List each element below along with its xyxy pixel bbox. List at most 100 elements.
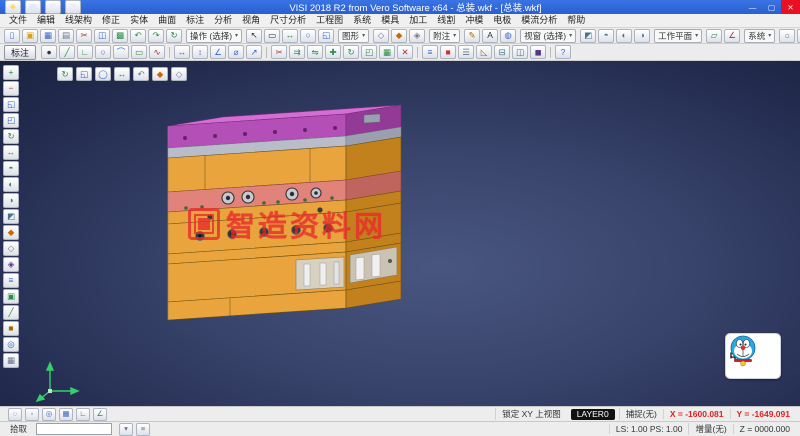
menu-item-15[interactable]: 线割 bbox=[432, 14, 460, 27]
rectangle-icon[interactable]: ▭ bbox=[131, 45, 147, 59]
measure-icon[interactable]: ◺ bbox=[476, 45, 492, 59]
open-file-icon[interactable]: ▣ bbox=[22, 29, 38, 43]
dim-vertical-icon[interactable]: ↕ bbox=[192, 45, 208, 59]
copy-icon[interactable]: ◫ bbox=[94, 29, 110, 43]
hidden-line-mode-icon[interactable]: ◈ bbox=[409, 29, 425, 43]
lt-zoom-prev-icon[interactable]: ◰ bbox=[3, 113, 19, 128]
menu-item-10[interactable]: 尺寸分析 bbox=[265, 14, 311, 27]
select-arrow-icon[interactable]: ↖ bbox=[246, 29, 262, 43]
toolbar-group-dropdown[interactable]: 工作平面▾ bbox=[654, 29, 702, 43]
print-icon[interactable]: ▤ bbox=[58, 29, 74, 43]
wcs-toggle-icon[interactable]: ∠ bbox=[93, 408, 107, 421]
menu-item-9[interactable]: 视角 bbox=[237, 14, 265, 27]
menu-item-5[interactable]: 实体 bbox=[125, 14, 153, 27]
shaded-mode-icon[interactable]: ◆ bbox=[391, 29, 407, 43]
menu-item-6[interactable]: 曲面 bbox=[153, 14, 181, 27]
save-file-icon[interactable]: ▦ bbox=[40, 29, 56, 43]
menu-item-16[interactable]: 冲模 bbox=[460, 14, 488, 27]
dim-linear-icon[interactable]: ↔ bbox=[174, 45, 190, 59]
array-icon[interactable]: ▦ bbox=[379, 45, 395, 59]
rotate-icon[interactable]: ↻ bbox=[343, 45, 359, 59]
qat-redo-icon[interactable]: ↷ bbox=[65, 0, 81, 14]
right-view-icon[interactable]: ◑ bbox=[634, 29, 650, 43]
menu-item-7[interactable]: 标注 bbox=[181, 14, 209, 27]
lt-wireframe-icon[interactable]: ◇ bbox=[3, 241, 19, 256]
iso-view-icon[interactable]: ◩ bbox=[580, 29, 596, 43]
qat-undo-icon[interactable]: ↶ bbox=[45, 0, 61, 14]
lt-front-view-icon[interactable]: ◐ bbox=[3, 177, 19, 192]
ucs-icon[interactable]: ∠ bbox=[724, 29, 740, 43]
new-file-icon[interactable]: ▯ bbox=[4, 29, 20, 43]
dim-angle-icon[interactable]: ∠ bbox=[210, 45, 226, 59]
lt-snap-icon[interactable]: ◎ bbox=[3, 337, 19, 352]
point-icon[interactable]: ● bbox=[41, 45, 57, 59]
settings-icon[interactable]: ☼ bbox=[779, 29, 795, 43]
vt-view-prev-icon[interactable]: ↶ bbox=[133, 67, 149, 81]
snap-center-icon[interactable]: ◎ bbox=[42, 408, 56, 421]
menu-item-3[interactable]: 线架构 bbox=[60, 14, 97, 27]
paste-icon[interactable]: ▩ bbox=[112, 29, 128, 43]
refresh-icon[interactable]: ↻ bbox=[166, 29, 182, 43]
lt-shaded-icon[interactable]: ◆ bbox=[3, 225, 19, 240]
vt-pan-icon[interactable]: ↔ bbox=[114, 67, 130, 81]
view-cube-icon[interactable]: ◫ bbox=[512, 45, 528, 59]
front-view-icon[interactable]: ◐ bbox=[616, 29, 632, 43]
snap-grid-icon[interactable]: ▦ bbox=[59, 408, 73, 421]
layer-manager-icon[interactable]: ≡ bbox=[422, 45, 438, 59]
workplane-icon[interactable]: ▱ bbox=[706, 29, 722, 43]
lt-select-body-icon[interactable]: ■ bbox=[3, 321, 19, 336]
lt-grid-icon[interactable]: ▦ bbox=[3, 353, 19, 368]
menu-item-11[interactable]: 工程图 bbox=[311, 14, 348, 27]
toolbar-group-dropdown[interactable]: 附注▾ bbox=[429, 29, 460, 43]
menu-item-2[interactable]: 编辑 bbox=[32, 14, 60, 27]
vt-zoom-all-icon[interactable]: ◯ bbox=[95, 67, 111, 81]
spline-icon[interactable]: ∿ bbox=[149, 45, 165, 59]
qat-save-icon[interactable]: ▦ bbox=[25, 0, 41, 14]
app-logo-icon[interactable]: ◈ bbox=[5, 0, 21, 14]
close-button[interactable]: ✕ bbox=[781, 0, 800, 14]
viewport-3d[interactable]: +−◱◰↻↔◓◐◑◩◆◇◈≡▣╱■◎▦ ↻◱◯↔↶◆◇ 智造资料网 中 bbox=[0, 61, 800, 406]
lt-select-face-icon[interactable]: ▣ bbox=[3, 289, 19, 304]
vt-shaded-icon[interactable]: ◆ bbox=[152, 67, 168, 81]
redo-icon[interactable]: ↷ bbox=[148, 29, 164, 43]
lt-top-view-icon[interactable]: ◓ bbox=[3, 161, 19, 176]
polyline-icon[interactable]: ∟ bbox=[77, 45, 93, 59]
text-label-icon[interactable]: A bbox=[482, 29, 498, 43]
lt-zoom-in-icon[interactable]: + bbox=[3, 65, 19, 80]
note-icon[interactable]: ✎ bbox=[464, 29, 480, 43]
menu-item-13[interactable]: 模具 bbox=[376, 14, 404, 27]
lt-rotate-view-icon[interactable]: ↻ bbox=[3, 129, 19, 144]
scale-icon[interactable]: ◰ bbox=[361, 45, 377, 59]
trim-icon[interactable]: ✂ bbox=[271, 45, 287, 59]
arc-icon[interactable]: ⌒ bbox=[113, 45, 129, 59]
input-filter-icon[interactable]: ▾ bbox=[119, 423, 133, 436]
lt-zoom-out-icon[interactable]: − bbox=[3, 81, 19, 96]
maximize-button[interactable]: ▢ bbox=[762, 0, 781, 14]
color-swatch-icon[interactable]: ■ bbox=[440, 45, 456, 59]
lt-select-edge-icon[interactable]: ╱ bbox=[3, 305, 19, 320]
minimize-button[interactable]: — bbox=[743, 0, 762, 14]
toolbar-group-dropdown[interactable]: 操作 (选择)▾ bbox=[186, 29, 242, 43]
move-icon[interactable]: ✚ bbox=[325, 45, 341, 59]
dim-diameter-icon[interactable]: ⌀ bbox=[228, 45, 244, 59]
leader-icon[interactable]: ↗ bbox=[246, 45, 262, 59]
lt-hide-icon[interactable]: ◈ bbox=[3, 257, 19, 272]
toolbar-group-dropdown[interactable]: 图形▾ bbox=[338, 29, 369, 43]
menu-item-18[interactable]: 模流分析 bbox=[516, 14, 562, 27]
offset-icon[interactable]: ⇉ bbox=[289, 45, 305, 59]
properties-icon[interactable]: ☰ bbox=[458, 45, 474, 59]
vt-dynamic-rotate-icon[interactable]: ↻ bbox=[57, 67, 73, 81]
input-history-icon[interactable]: ≡ bbox=[136, 423, 150, 436]
zoom-icon[interactable]: ○ bbox=[300, 29, 316, 43]
annotation-tab-chip[interactable]: 标注 bbox=[4, 45, 36, 60]
lt-right-view-icon[interactable]: ◑ bbox=[3, 193, 19, 208]
balloon-icon[interactable]: ◍ bbox=[500, 29, 516, 43]
undo-icon[interactable]: ↶ bbox=[130, 29, 146, 43]
menu-item-8[interactable]: 分析 bbox=[209, 14, 237, 27]
erase-icon[interactable]: ✕ bbox=[397, 45, 413, 59]
menu-item-12[interactable]: 系统 bbox=[348, 14, 376, 27]
mold-model[interactable] bbox=[0, 61, 800, 406]
toolbar-group-dropdown[interactable]: 视窗 (选择)▾ bbox=[520, 29, 576, 43]
vt-wireframe-icon[interactable]: ◇ bbox=[171, 67, 187, 81]
line-icon[interactable]: ╱ bbox=[59, 45, 75, 59]
